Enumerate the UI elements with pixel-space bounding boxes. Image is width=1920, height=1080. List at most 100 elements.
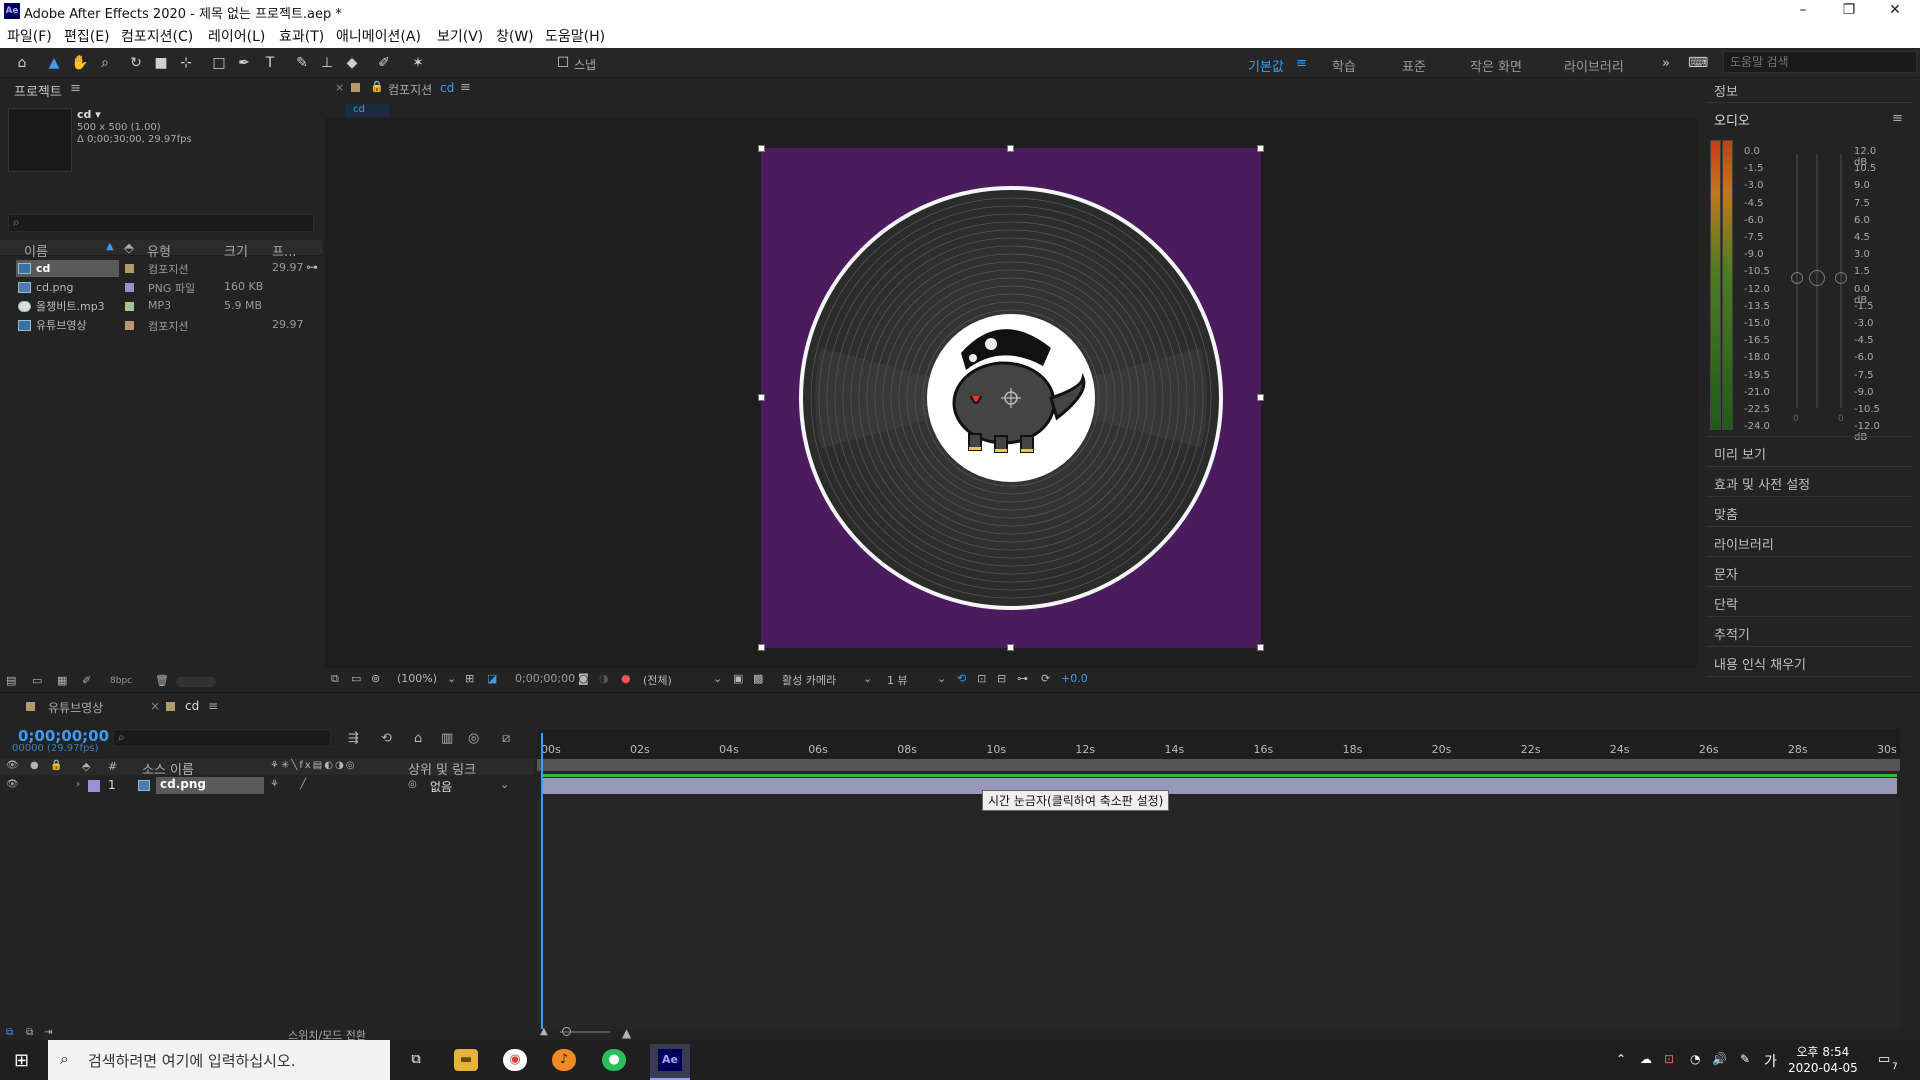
transform-handle[interactable]: [1257, 394, 1264, 401]
pick-whip-icon[interactable]: ◎: [408, 779, 417, 790]
transform-handle[interactable]: [1007, 145, 1014, 152]
transfer-controls-icon[interactable]: ⧉: [26, 1027, 33, 1038]
chevron-down-icon[interactable]: ⌄: [713, 672, 722, 685]
file-explorer-icon[interactable]: ▬: [454, 1049, 478, 1071]
project-panel-title[interactable]: 프로젝트: [14, 81, 62, 100]
menu-layer[interactable]: 레이어(L): [208, 26, 265, 46]
project-item[interactable]: cd.png PNG 파일 160 KB: [0, 278, 322, 297]
pen-tool-icon[interactable]: ✒: [234, 53, 254, 73]
column-size[interactable]: 크기: [224, 241, 248, 260]
eye-icon[interactable]: 👁: [6, 760, 19, 771]
close-tab-icon[interactable]: ×: [335, 81, 344, 94]
transform-handle[interactable]: [1007, 644, 1014, 651]
help-search-input[interactable]: [1723, 51, 1917, 73]
reset-exposure-icon[interactable]: ⟳: [1041, 672, 1050, 685]
label-swatch[interactable]: [125, 283, 134, 292]
thumbnail-slider[interactable]: [176, 677, 216, 687]
lock-icon[interactable]: 🔒: [50, 760, 62, 771]
cloud-icon[interactable]: ☁: [1640, 1052, 1652, 1066]
app-icon[interactable]: ●: [602, 1049, 626, 1071]
composition-canvas[interactable]: [758, 145, 1264, 651]
project-item[interactable]: 유튜브영상 컴포지션 29.97: [0, 316, 322, 335]
workspace-menu-icon[interactable]: ≡: [1296, 56, 1307, 71]
flowchart-icon[interactable]: ⊶: [306, 260, 318, 274]
workspace-standard[interactable]: 표준: [1402, 56, 1426, 75]
timeline-search-input[interactable]: ⌕: [113, 729, 331, 747]
chevron-down-icon[interactable]: ⌄: [500, 778, 509, 791]
app-icon[interactable]: ♪: [552, 1049, 576, 1071]
zoom-in-icon[interactable]: ▲: [622, 1026, 631, 1040]
ime-indicator[interactable]: 가: [1764, 1051, 1777, 1071]
chevron-down-icon[interactable]: ⌄: [863, 672, 872, 685]
transform-handle[interactable]: [1257, 145, 1264, 152]
transparency-grid-icon[interactable]: ▩: [753, 672, 763, 685]
chrome-icon[interactable]: ◉: [503, 1049, 527, 1071]
preview-panel-tab[interactable]: 미리 보기: [1714, 444, 1766, 463]
source-name-header[interactable]: 소스 이름: [142, 759, 194, 778]
comp-mini-flowchart-icon[interactable]: ⇶: [348, 731, 359, 746]
graph-editor-icon[interactable]: ⧄: [502, 731, 510, 746]
project-search-input[interactable]: ⌕: [8, 214, 314, 232]
new-folder-icon[interactable]: ▭: [32, 674, 42, 687]
minimize-button[interactable]: –: [1780, 0, 1826, 22]
hand-tool-icon[interactable]: ✋: [70, 53, 90, 73]
label-swatch[interactable]: [125, 264, 134, 273]
menu-file[interactable]: 파일(F): [7, 26, 52, 46]
menu-composition[interactable]: 컴포지션(C): [121, 26, 193, 46]
motion-blur-icon[interactable]: ◎: [468, 731, 479, 746]
wifi-icon[interactable]: ◔: [1690, 1052, 1700, 1066]
label-column-icon[interactable]: ⬘: [82, 760, 90, 773]
solo-icon[interactable]: ●: [30, 760, 39, 771]
keyboard-icon[interactable]: ⌨: [1688, 53, 1708, 73]
taskbar-search-box[interactable]: ⌕ 검색하려면 여기에 입력하십시오.: [48, 1040, 390, 1080]
brush-tool-icon[interactable]: ✎: [292, 53, 312, 73]
zoom-out-icon[interactable]: ▲: [540, 1026, 548, 1037]
mask-visibility-icon[interactable]: ◪: [487, 672, 497, 685]
interpret-footage-icon[interactable]: ▤: [6, 674, 16, 687]
timeline-tracks-area[interactable]: [537, 797, 1900, 1029]
chevron-down-icon[interactable]: ⌄: [447, 672, 456, 685]
workspace-learn[interactable]: 학습: [1332, 56, 1356, 75]
quality-icon[interactable]: ╱: [300, 779, 306, 790]
security-icon[interactable]: ⊡: [1664, 1052, 1674, 1066]
align-panel-tab[interactable]: 맞춤: [1714, 504, 1738, 523]
show-snapshot-icon[interactable]: ◑: [599, 672, 609, 685]
project-item[interactable]: cd 컴포지션 29.97 ⊶: [0, 259, 322, 278]
timeline-tab-youtube[interactable]: 유튜브영상: [48, 699, 103, 716]
label-swatch[interactable]: [125, 302, 134, 311]
rectangle-tool-icon[interactable]: □: [209, 53, 229, 73]
close-tab-icon[interactable]: ×: [150, 699, 160, 713]
current-time-indicator[interactable]: [541, 733, 543, 1029]
in-out-icon[interactable]: ⇥: [44, 1027, 52, 1038]
column-name[interactable]: 이름: [24, 241, 48, 260]
region-of-interest-icon[interactable]: ▣: [733, 672, 743, 685]
label-column-icon[interactable]: ⬘: [124, 241, 134, 256]
viewer-tab-title[interactable]: 컴포지션: [388, 81, 432, 98]
shy-layers-icon[interactable]: ⌂: [414, 731, 422, 746]
menu-window[interactable]: 창(W): [496, 26, 534, 46]
rotate-tool-icon[interactable]: ↻: [126, 53, 146, 73]
effects-presets-panel-tab[interactable]: 효과 및 사전 설정: [1714, 474, 1810, 493]
trash-icon[interactable]: 🗑: [155, 674, 169, 687]
layer-switches-icon[interactable]: ⧉: [6, 1027, 13, 1038]
volume-slider-knob[interactable]: [1791, 272, 1803, 284]
libraries-panel-tab[interactable]: 라이브러리: [1714, 534, 1774, 553]
viewer-tab-comp[interactable]: cd: [440, 81, 454, 95]
parent-link-header[interactable]: 상위 및 링크: [408, 759, 476, 778]
layer-duration-bar[interactable]: [541, 778, 1897, 794]
selection-tool-icon[interactable]: ▲: [44, 53, 64, 73]
timeline-icon[interactable]: ⊡: [977, 672, 986, 685]
transform-handle[interactable]: [1257, 644, 1264, 651]
roto-brush-tool-icon[interactable]: ✐: [374, 53, 394, 73]
close-button[interactable]: ✕: [1872, 0, 1918, 22]
comp-breadcrumb[interactable]: cd: [345, 104, 389, 117]
transform-handle[interactable]: [758, 145, 765, 152]
menu-edit[interactable]: 편집(E): [64, 26, 110, 46]
camera-tool-icon[interactable]: ■: [151, 53, 171, 73]
lock-icon[interactable]: 🔒: [370, 80, 384, 93]
puppet-tool-icon[interactable]: ✶: [408, 53, 428, 73]
current-time-display[interactable]: 0;00;00;00: [515, 672, 575, 685]
workspace-more[interactable]: »: [1662, 56, 1670, 71]
zoom-tool-icon[interactable]: ⌕: [95, 53, 115, 73]
system-clock[interactable]: 오후 8:54 2020-04-05: [1788, 1044, 1858, 1076]
